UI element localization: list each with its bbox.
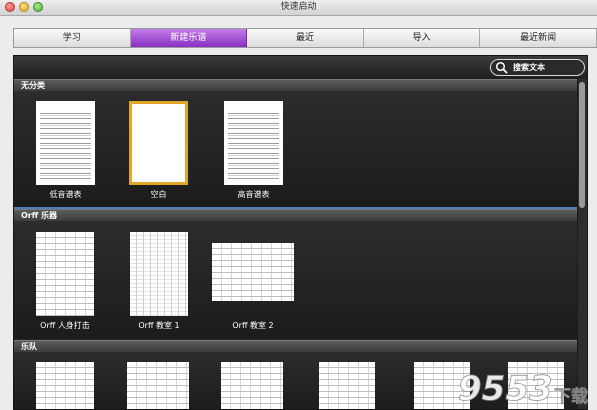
- template-thumbnail: [36, 362, 94, 409]
- template-thumbnail: [319, 362, 375, 409]
- search-placeholder: 搜索文本: [513, 63, 545, 72]
- template-thumbnail: [212, 243, 294, 301]
- template-thumbnail: [36, 232, 94, 316]
- template-label: 高音谱表: [237, 190, 270, 199]
- template-thumbnail: [127, 362, 189, 409]
- tab-learn[interactable]: 学习: [14, 29, 131, 47]
- title-bar: 快速启动: [0, 0, 597, 16]
- section-body-uncategorized: 低音谱表 空白 高音谱表: [14, 91, 579, 207]
- tab-recent[interactable]: 最近: [247, 29, 364, 47]
- panel-toolbar: 搜索文本: [14, 56, 587, 79]
- scrollbar-thumb[interactable]: [579, 82, 585, 208]
- section-header-orff: Orff 乐器: [14, 209, 579, 221]
- template-card-orff-classroom-2[interactable]: Orff 教室 2: [212, 243, 294, 330]
- section-header-band: 乐队: [14, 340, 579, 352]
- search-icon: [495, 61, 508, 74]
- template-thumbnail-selected: [129, 101, 188, 185]
- svg-text:9553: 9553: [458, 369, 553, 408]
- section-body-orff: Orff 人身打击 Orff 教室 1 Orff 教室 2: [14, 221, 579, 339]
- template-thumbnail: [221, 362, 283, 409]
- tab-new-score[interactable]: 新建乐谱: [130, 29, 248, 47]
- template-thumbnail: [130, 232, 188, 316]
- template-browser: 搜索文本 无分类 低音谱表 空白 高音谱表 Orff 乐器 Orff 人身打击 …: [13, 55, 588, 410]
- template-label: 空白: [150, 190, 167, 199]
- template-thumbnail: [36, 101, 95, 185]
- template-label: 低音谱表: [49, 190, 82, 199]
- search-input[interactable]: 搜索文本: [490, 59, 585, 76]
- window-title: 快速启动: [280, 2, 317, 12]
- template-card-bass-clef[interactable]: 低音谱表: [36, 101, 95, 199]
- template-card[interactable]: [36, 362, 94, 409]
- section-header-uncategorized: 无分类: [14, 79, 579, 91]
- template-label: Orff 教室 2: [232, 321, 274, 330]
- template-card[interactable]: [319, 362, 375, 409]
- template-card[interactable]: [221, 362, 283, 409]
- template-card-orff-classroom-1[interactable]: Orff 教室 1: [130, 232, 188, 330]
- template-card-orff-body-percussion[interactable]: Orff 人身打击: [36, 232, 94, 330]
- tab-latest-news[interactable]: 最近新闻: [480, 29, 597, 47]
- tab-bar: 学习 新建乐谱 最近 导入 最近新闻: [13, 28, 597, 48]
- template-card-blank[interactable]: 空白: [129, 101, 188, 199]
- vertical-scrollbar[interactable]: [577, 79, 587, 409]
- template-card[interactable]: [127, 362, 189, 409]
- template-label: Orff 人身打击: [40, 321, 90, 330]
- template-thumbnail: [224, 101, 283, 185]
- template-card-treble-clef[interactable]: 高音谱表: [224, 101, 283, 199]
- tab-import[interactable]: 导入: [364, 29, 481, 47]
- svg-text:下载: 下载: [554, 386, 588, 407]
- watermark-logo: 9553 下载: [458, 369, 589, 408]
